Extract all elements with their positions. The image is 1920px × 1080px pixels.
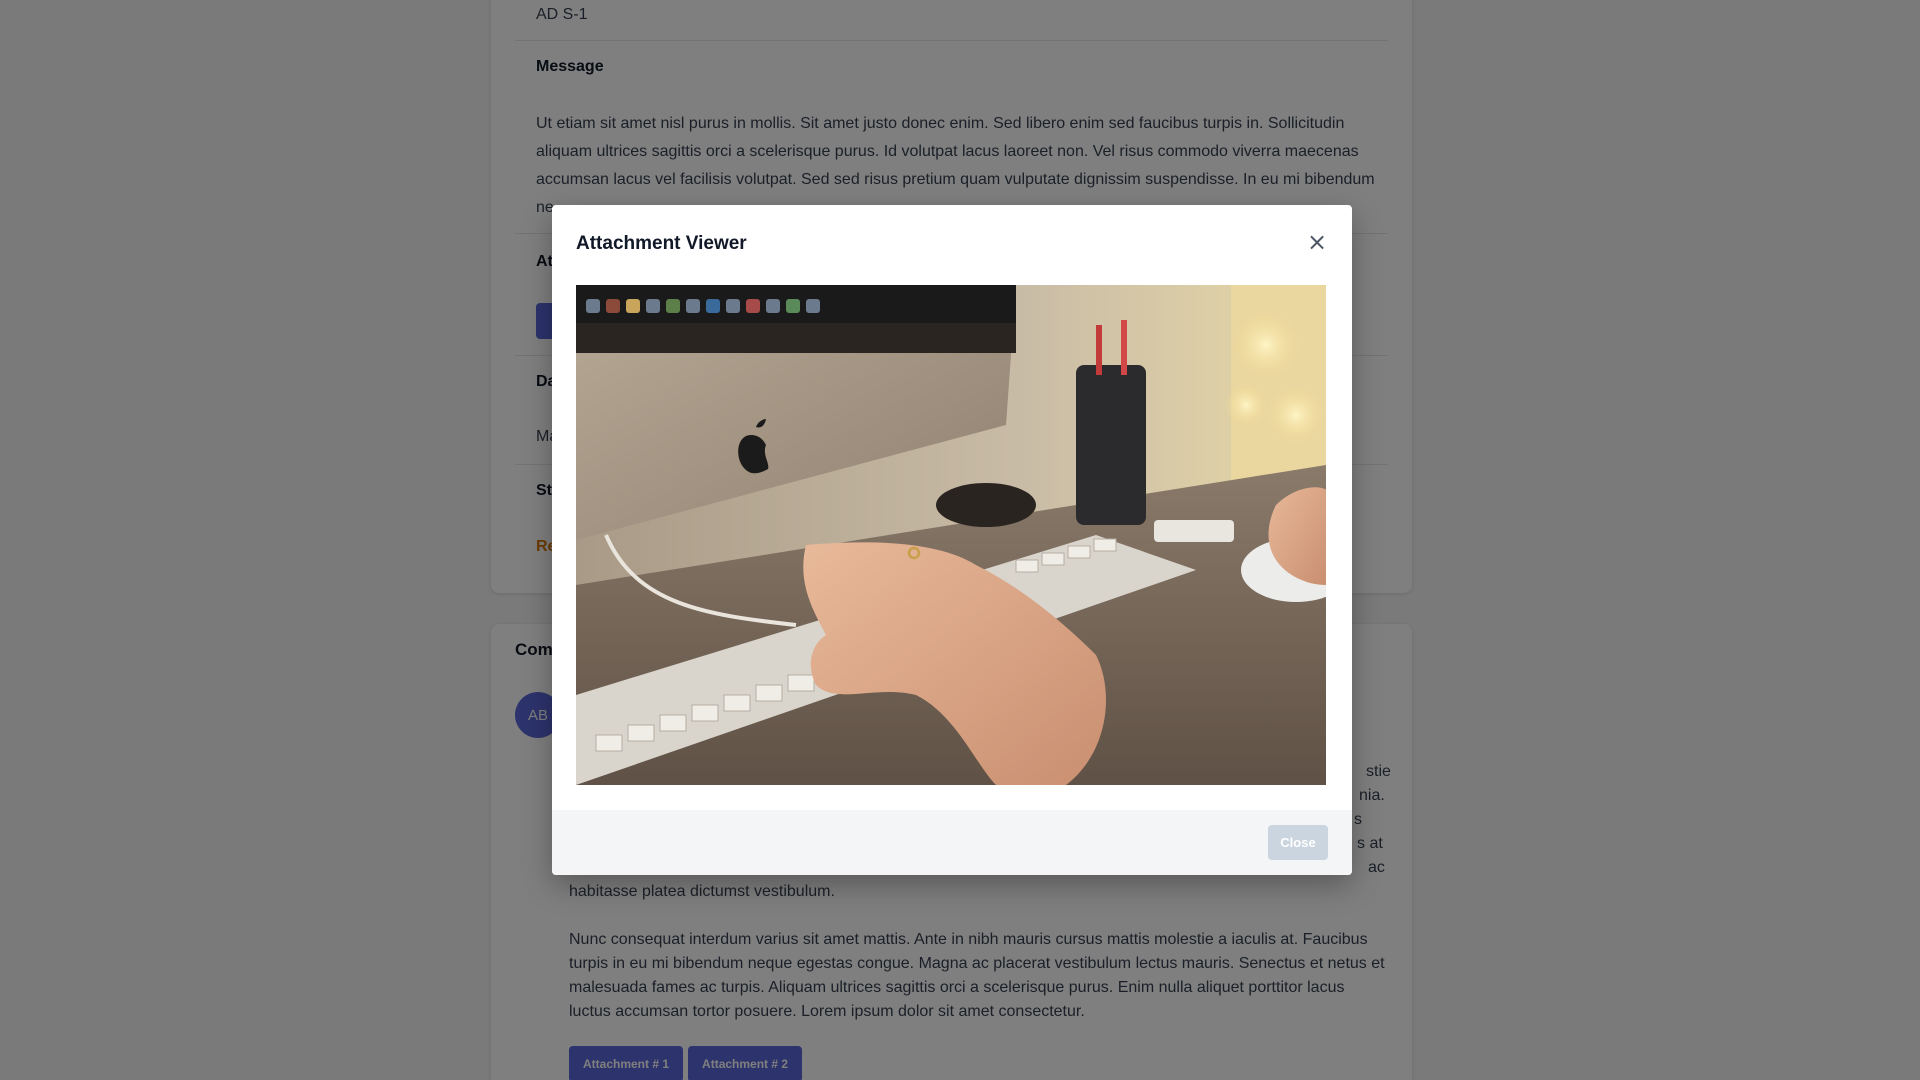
photo-illustration: [576, 285, 1326, 785]
close-button[interactable]: Close: [1268, 825, 1328, 860]
close-icon[interactable]: ×: [1304, 229, 1330, 255]
attachment-image: [576, 285, 1326, 785]
modal-title: Attachment Viewer: [576, 233, 747, 254]
modal-footer: Close: [552, 810, 1352, 875]
attachment-viewer-modal: Attachment Viewer × Close: [552, 205, 1352, 875]
